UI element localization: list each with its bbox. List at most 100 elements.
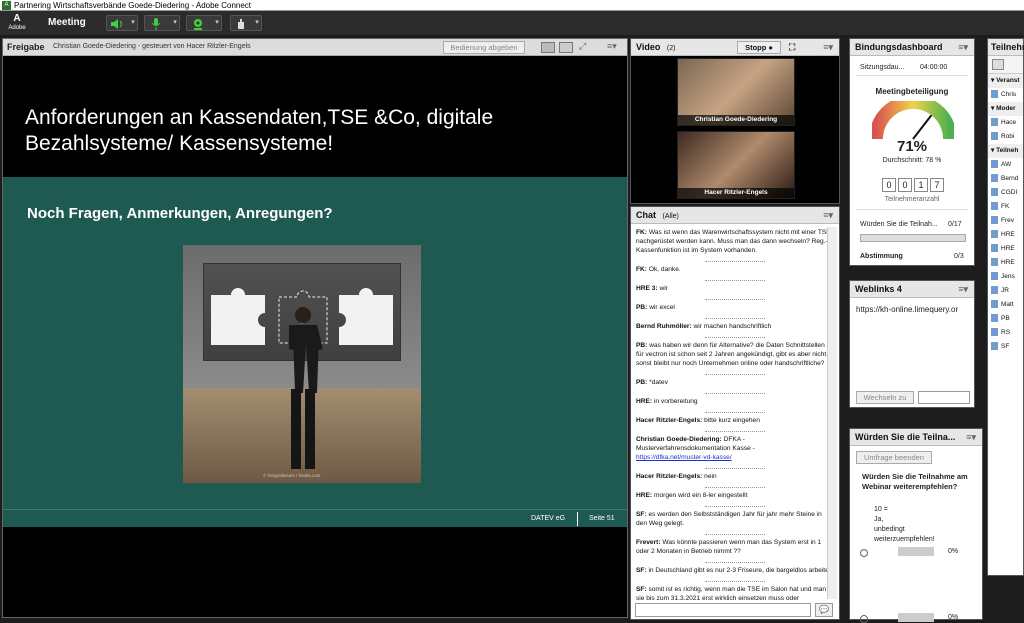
adobe-logo-text: Adobe <box>8 25 26 31</box>
attendee-row[interactable]: SF <box>988 340 1023 354</box>
attendee-row[interactable]: AW <box>988 158 1023 172</box>
chat-message: SF: in Deutschland gibt es nur 2-3 Frise… <box>636 566 833 575</box>
attendee-label: HRE <box>1001 259 1015 266</box>
weblinks-title: Weblinks 4 <box>855 284 902 294</box>
person-icon <box>991 90 998 99</box>
chat-input[interactable] <box>635 603 811 617</box>
attendee-row[interactable]: FK <box>988 200 1023 214</box>
poll-bar <box>898 613 934 622</box>
chat-message: SF: es werden den Selbstständigen Jahr f… <box>636 510 833 528</box>
attendee-row[interactable]: HRE <box>988 256 1023 270</box>
message-separator <box>704 334 765 338</box>
layout-alt-icon[interactable] <box>559 42 573 53</box>
attendee-row[interactable]: HRE <box>988 242 1023 256</box>
send-message-icon[interactable]: 💬 <box>815 603 833 617</box>
message-separator <box>704 409 765 413</box>
attendee-row[interactable]: PB <box>988 312 1023 326</box>
webcam-button[interactable]: ▾ <box>186 15 222 31</box>
attendee-row[interactable]: CGDI <box>988 186 1023 200</box>
poll-percent: 0% <box>948 548 959 555</box>
attendee-section[interactable]: ▾ Teilneh <box>988 144 1023 158</box>
weblink-url[interactable]: https://kh-online.limequery.or <box>856 305 972 314</box>
chat-message: Christian Goede-Diedering: DFKA - Muster… <box>636 435 833 462</box>
footer-company: DATEV eG <box>531 515 566 522</box>
attendee-label: SF <box>1001 343 1010 350</box>
chat-text: wir excel <box>647 304 675 311</box>
release-control-button[interactable]: Bedienung abgeben <box>443 41 525 54</box>
chat-message: Hacer Ritzler-Engels: nein <box>636 472 833 481</box>
video-count: (2) <box>666 45 676 52</box>
poll-header: Würden Sie die Teilna... ≡▾ <box>850 429 982 446</box>
chat-sender: HRE: <box>636 398 653 405</box>
attendee-label: Frev <box>1001 217 1014 224</box>
poll-question: Würden Sie die Teilnahme am Webinar weit… <box>862 472 968 491</box>
person-icon <box>991 118 998 127</box>
speaker-button[interactable]: ▾ <box>106 15 138 31</box>
attendee-row[interactable]: JR <box>988 284 1023 298</box>
chevron-down-icon: ▾ <box>215 19 219 26</box>
chat-message: HRE: morgen wird ein 8-ler eingestellt <box>636 491 833 500</box>
chat-text: es werden den Selbstständigen Jahr für j… <box>636 511 822 527</box>
person-icon <box>991 188 998 197</box>
count-label: Teilnehmeranzahl <box>884 196 940 203</box>
adobe-logo: A Adobe <box>6 13 28 33</box>
poll-radio[interactable] <box>860 549 868 557</box>
stop-video-button[interactable]: Stopp ● <box>737 41 781 54</box>
engagement-dashboard-pod: Bindungsdashboard ≡▾ Sitzungsdau... 04:0… <box>849 38 975 266</box>
attendee-label: Jens <box>1001 273 1015 280</box>
attendee-row[interactable]: Chris <box>988 88 1023 102</box>
layout-icon[interactable] <box>541 42 555 53</box>
message-separator <box>704 315 765 319</box>
attendee-row[interactable]: HRE <box>988 228 1023 242</box>
attendee-row[interactable]: Robi <box>988 130 1023 144</box>
chat-messages[interactable]: FK: Was ist wenn das Warenwirtschaftssys… <box>631 224 839 602</box>
attendee-label: AW <box>1001 161 1012 168</box>
goto-button[interactable]: Wechseln zu <box>856 391 914 404</box>
attendee-counter: 0 0 1 7 <box>882 178 944 192</box>
attendees-title: Teilnehmer <box>991 42 1024 52</box>
message-separator <box>704 503 765 507</box>
meeting-menu[interactable]: Meeting <box>48 17 86 28</box>
list-view-icon[interactable] <box>992 59 1004 70</box>
fullscreen-icon[interactable]: ⛶ <box>789 39 795 56</box>
person-icon <box>991 258 998 267</box>
window-titlebar: Partnering Wirtschaftsverbände Goede-Die… <box>0 0 1024 11</box>
meter-title: Meetingbeteiligung <box>875 87 949 96</box>
chat-text: wir <box>657 285 668 292</box>
person-icon <box>991 216 998 225</box>
poll-radio[interactable] <box>860 615 868 623</box>
attendee-row[interactable]: Hace <box>988 116 1023 130</box>
chat-scrollbar[interactable] <box>827 227 837 599</box>
attendee-row[interactable]: Matt <box>988 298 1023 312</box>
chat-audience[interactable]: (Alle) <box>663 213 679 220</box>
microphone-button[interactable]: ▾ <box>144 15 180 31</box>
weblink-select[interactable] <box>918 391 970 404</box>
attendee-section[interactable]: ▾ Veranst <box>988 74 1023 88</box>
video-feed-2: Hacer Ritzler-Engels <box>677 131 795 199</box>
attendee-row[interactable]: Jens <box>988 270 1023 284</box>
poll-bar <box>898 547 934 556</box>
pod-menu-icon[interactable]: ≡▾ <box>607 41 617 52</box>
attendee-label: PB <box>1001 315 1010 322</box>
pod-menu-icon[interactable]: ≡▾ <box>958 39 968 56</box>
attendee-row[interactable]: RS <box>988 326 1023 340</box>
pod-menu-icon[interactable]: ≡▾ <box>823 39 833 56</box>
video-feeds: Christian Goede-Diedering Hacer Ritzler-… <box>631 56 839 203</box>
attendee-row[interactable]: Frev <box>988 214 1023 228</box>
pod-menu-icon[interactable]: ≡▾ <box>966 429 976 446</box>
fullscreen-icon[interactable]: ⤢ <box>579 41 586 52</box>
photo-credit: © fotografiesam / fotolia.com <box>263 473 321 478</box>
pod-menu-icon[interactable]: ≡▾ <box>958 281 968 298</box>
attendee-section[interactable]: ▾ Moder <box>988 102 1023 116</box>
end-poll-button[interactable]: Umfrage beenden <box>856 451 932 464</box>
status-button[interactable]: ▾ <box>230 15 262 31</box>
chat-link[interactable]: https://dfka.net/muster-vd-kasse/ <box>636 453 833 462</box>
pod-menu-icon[interactable]: ≡▾ <box>823 207 833 224</box>
attendee-label: Robi <box>1001 133 1015 140</box>
attendee-label: Chris <box>1001 91 1017 98</box>
attendee-label: Teilneh <box>996 147 1019 154</box>
counter-digit: 0 <box>898 178 912 192</box>
chat-text: was haben wir denn für Alternative? die … <box>636 342 829 367</box>
attendee-row[interactable]: Bernd <box>988 172 1023 186</box>
attendee-label: Matt <box>1001 301 1014 308</box>
